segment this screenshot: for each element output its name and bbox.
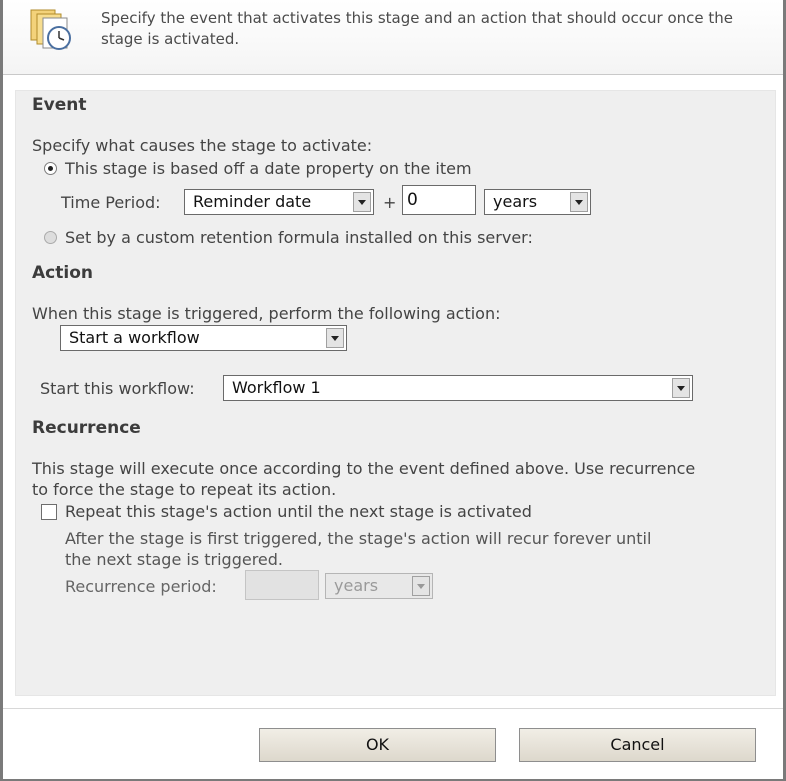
custom-formula-label: Set by a custom retention formula instal…: [65, 228, 533, 247]
workflow-select[interactable]: Workflow 1: [223, 375, 693, 401]
date-property-select[interactable]: Reminder date: [184, 189, 374, 215]
recurrence-unit-select[interactable]: years: [325, 573, 433, 599]
chevron-down-icon: [326, 328, 344, 348]
chevron-down-icon: [353, 192, 371, 212]
event-instruction: Specify what causes the stage to activat…: [32, 136, 373, 155]
header-description: Specify the event that activates this st…: [101, 9, 733, 48]
recurrence-heading: Recurrence: [32, 418, 141, 438]
action-select[interactable]: Start a workflow: [60, 325, 347, 351]
date-property-label: This stage is based off a date property …: [65, 159, 472, 178]
repeat-label: Repeat this stage's action until the nex…: [65, 502, 532, 521]
cancel-button[interactable]: Cancel: [519, 728, 756, 762]
action-instruction: When this stage is triggered, perform th…: [32, 304, 501, 323]
chevron-down-icon: [412, 576, 430, 596]
workflow-label: Start this workflow:: [40, 379, 195, 398]
recurrence-period-input[interactable]: [245, 570, 319, 600]
period-unit-select[interactable]: years: [484, 189, 591, 215]
plus-sign: +: [383, 193, 397, 212]
recurrence-description-line2: to force the stage to repeat its action.: [32, 480, 337, 499]
recurrence-note-line1: After the stage is first triggered, the …: [65, 529, 652, 548]
period-amount-input[interactable]: 0: [402, 185, 476, 215]
custom-formula-radio[interactable]: [44, 231, 57, 244]
chevron-down-icon: [672, 378, 690, 398]
dialog-header: Specify the event that activates this st…: [3, 0, 783, 75]
ok-button[interactable]: OK: [259, 728, 496, 762]
recurrence-period-label: Recurrence period:: [65, 577, 217, 596]
event-heading: Event: [32, 95, 87, 115]
chevron-down-icon: [570, 192, 588, 212]
time-period-label: Time Period:: [61, 193, 161, 212]
recurrence-description-line1: This stage will execute once according t…: [32, 459, 696, 478]
stage-dialog: Specify the event that activates this st…: [0, 0, 786, 781]
date-property-radio[interactable]: [44, 162, 57, 175]
stage-clock-icon: [25, 4, 81, 56]
dialog-footer: OK Cancel: [3, 708, 783, 779]
action-heading: Action: [32, 263, 93, 283]
recurrence-note-line2: the next stage is triggered.: [65, 550, 284, 569]
repeat-checkbox[interactable]: [41, 504, 57, 520]
